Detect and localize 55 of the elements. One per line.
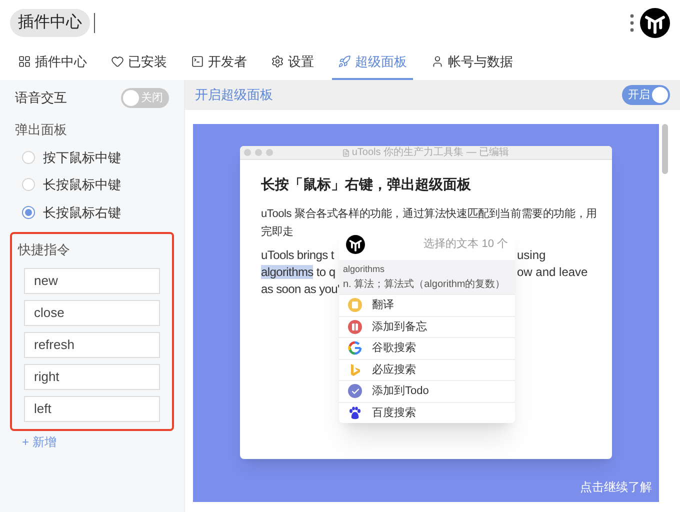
shortcut-field[interactable]: right — [24, 364, 160, 390]
check-icon — [348, 384, 362, 398]
logo-icon — [640, 8, 670, 38]
radio-option[interactable]: 长按鼠标右键 — [22, 202, 162, 222]
menu-item[interactable]: 添加到备忘 — [339, 316, 515, 337]
rocket-icon — [338, 55, 351, 68]
shortcut-field[interactable]: refresh — [24, 332, 160, 358]
tab[interactable]: 开发者 — [185, 45, 253, 80]
definition: n. 算法；算法式（algorithm的复数） — [343, 278, 506, 292]
menu-item[interactable]: 必应搜索 — [339, 358, 515, 380]
g-logo-icon — [348, 341, 362, 356]
user-icon — [431, 55, 444, 68]
paragraph: uTools 聚合各式各样的功能，通过算法快速匹配到当前需要的功能，用完即走 — [261, 206, 598, 238]
tab[interactable]: 设置 — [265, 45, 320, 80]
search-field[interactable]: 插件中心 — [10, 8, 90, 36]
grid-icon — [18, 55, 31, 68]
terminal-icon — [191, 55, 204, 68]
section-title: 弹出面板 — [14, 121, 68, 139]
menu-item[interactable]: 谷歌搜索 — [339, 337, 515, 358]
paw-icon — [348, 406, 362, 420]
heart-icon — [111, 55, 124, 68]
text-line: as soon as you' — [261, 281, 339, 298]
logo-icon — [346, 234, 365, 254]
voice-label: 语音交互 — [15, 89, 67, 108]
shortcut-field[interactable]: left — [24, 396, 160, 422]
section-title: 快捷指令 — [18, 241, 71, 259]
more-icon[interactable] — [630, 14, 634, 32]
b-logo-icon — [348, 362, 362, 377]
menu-item[interactable]: 翻译 — [339, 294, 515, 316]
text-line: algorithms to q — [261, 264, 336, 281]
tab[interactable]: 帐号与数据 — [425, 45, 519, 80]
menu-item[interactable]: 添加到Todo — [339, 380, 515, 402]
shortcut-field[interactable]: close — [24, 300, 160, 326]
notebook-icon — [348, 320, 362, 334]
tab[interactable]: 插件中心 — [12, 45, 93, 80]
shortcut-field[interactable]: new — [24, 268, 160, 294]
enable-label: 开启超级面板 — [195, 86, 273, 104]
radio-button[interactable] — [22, 150, 35, 164]
radio-button[interactable] — [22, 206, 35, 219]
heading: 长按「鼠标」右键，弹出超级面板 — [261, 175, 472, 194]
text-line: uTools brings t — [261, 247, 336, 264]
document-icon — [342, 148, 350, 156]
window-title: uTools 你的生产力工具集 — 已编辑 — [352, 146, 510, 158]
text-line: using — [517, 247, 546, 264]
settings-icon — [271, 55, 284, 68]
text-line: ow and leave — [517, 264, 588, 281]
scrollbar-thumb[interactable] — [662, 124, 668, 174]
radio-button[interactable] — [22, 178, 35, 192]
document-icon — [348, 298, 362, 312]
radio-option[interactable]: 按下鼠标中键 — [22, 148, 162, 167]
selection-count: 选择的文本 10 个 — [424, 236, 508, 252]
tab[interactable]: 已安装 — [105, 45, 173, 80]
word: algorithms — [343, 263, 386, 276]
menu-item[interactable]: 百度搜索 — [339, 402, 515, 423]
radio-option[interactable]: 长按鼠标中键 — [22, 175, 162, 194]
